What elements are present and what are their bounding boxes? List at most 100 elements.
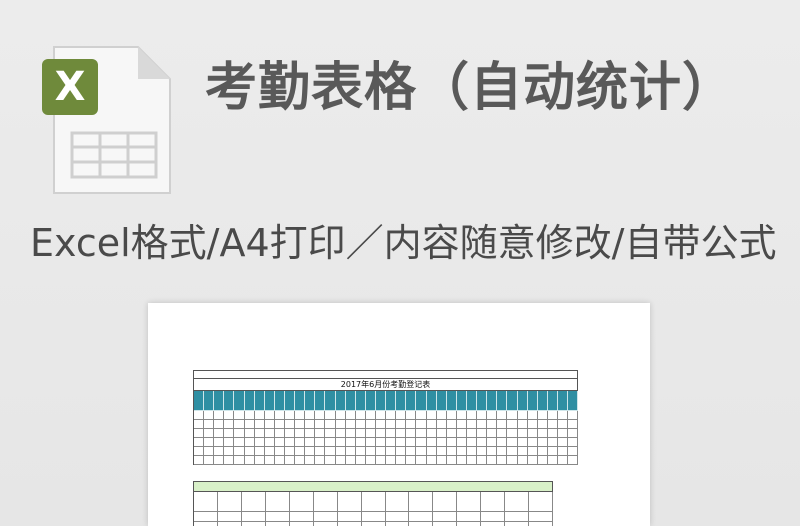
grid-cell <box>568 447 579 456</box>
grid-cell <box>446 456 457 465</box>
grid-cell <box>264 447 275 456</box>
header-cell <box>446 391 457 411</box>
grid-cell <box>537 456 548 465</box>
grid-cell <box>487 429 498 438</box>
grid-cell <box>355 420 366 429</box>
header-cell <box>477 391 488 411</box>
grid-cell <box>284 447 296 456</box>
grid-cell <box>487 420 498 429</box>
grid-cell <box>234 438 245 447</box>
grid-cell <box>406 411 417 420</box>
grid-cell <box>416 447 427 456</box>
header-cell <box>295 391 306 411</box>
grid-cell <box>487 411 498 420</box>
grid-cell <box>547 438 558 447</box>
grid-cell <box>557 456 569 465</box>
grid-cell <box>477 456 488 465</box>
grid-cell <box>204 420 215 429</box>
grid-cell <box>568 438 579 447</box>
table-cell <box>505 512 530 522</box>
table-cell <box>409 492 434 512</box>
header-cell <box>204 391 215 411</box>
grid-cell <box>224 447 235 456</box>
grid-cell <box>325 411 336 420</box>
grid-cell <box>214 429 225 438</box>
grid-cell <box>194 438 205 447</box>
grid-cell <box>537 447 548 456</box>
grid-cell <box>284 456 296 465</box>
attendance-sheet: 2017年6月份考勤登记表 <box>193 370 579 465</box>
grid-cell <box>264 456 275 465</box>
grid-cell <box>568 456 579 465</box>
grid-cell <box>335 438 346 447</box>
grid-cell <box>284 411 296 420</box>
grid-cell <box>335 447 346 456</box>
grid-cell <box>355 456 366 465</box>
table-cell <box>337 492 362 512</box>
grid-cell <box>527 456 538 465</box>
grid-cell <box>204 447 215 456</box>
grid-cell <box>456 456 467 465</box>
grid-cell <box>214 447 225 456</box>
grid-cell <box>305 447 316 456</box>
grid-cell <box>224 420 235 429</box>
header-cell <box>487 391 498 411</box>
grid-cell <box>234 420 245 429</box>
grid-cell <box>355 447 366 456</box>
table-cell <box>385 492 410 512</box>
table-cell <box>409 512 434 522</box>
header-cell <box>537 391 548 411</box>
table-row <box>194 522 554 526</box>
grid-cell <box>547 429 558 438</box>
grid-cell <box>204 411 215 420</box>
grid-cell <box>406 438 417 447</box>
grid-cell <box>527 429 538 438</box>
grid-cell <box>456 420 467 429</box>
grid-cell <box>466 456 478 465</box>
grid-cell <box>497 411 508 420</box>
header-cell <box>568 391 579 411</box>
grid-cell <box>527 411 538 420</box>
grid-cell <box>295 438 306 447</box>
grid-cell <box>568 429 579 438</box>
grid-cell <box>396 411 407 420</box>
grid-cell <box>426 411 437 420</box>
grid-cell <box>497 438 508 447</box>
table-cell <box>505 492 530 512</box>
grid-cell <box>507 420 518 429</box>
grid-cell <box>295 429 306 438</box>
header-cell <box>497 391 508 411</box>
grid-cell <box>244 456 255 465</box>
grid-cell <box>507 447 518 456</box>
table-cell <box>409 522 434 526</box>
grid-cell <box>305 438 316 447</box>
grid-cell <box>477 447 488 456</box>
grid-cell <box>557 438 569 447</box>
grid-cell <box>446 438 457 447</box>
grid-cell <box>507 411 518 420</box>
grid-cell <box>365 456 376 465</box>
grid-cell <box>325 438 336 447</box>
table-row <box>193 411 579 420</box>
grid-cell <box>234 447 245 456</box>
grid-cell <box>477 420 488 429</box>
table-cell <box>289 512 314 522</box>
grid-cell <box>355 411 366 420</box>
grid-cell <box>244 438 255 447</box>
grid-cell <box>194 420 205 429</box>
grid-cell <box>375 456 387 465</box>
header-cell <box>517 391 528 411</box>
grid-cell <box>254 420 265 429</box>
header-cell <box>264 391 275 411</box>
grid-cell <box>365 420 376 429</box>
grid-cell <box>456 411 467 420</box>
grid-cell <box>224 456 235 465</box>
grid-cell <box>204 438 215 447</box>
grid-cell <box>487 456 498 465</box>
grid-cell <box>557 411 569 420</box>
grid-cell <box>345 429 356 438</box>
grid-cell <box>305 429 316 438</box>
grid-cell <box>517 447 528 456</box>
header-cell <box>406 391 417 411</box>
table-row <box>194 512 554 522</box>
